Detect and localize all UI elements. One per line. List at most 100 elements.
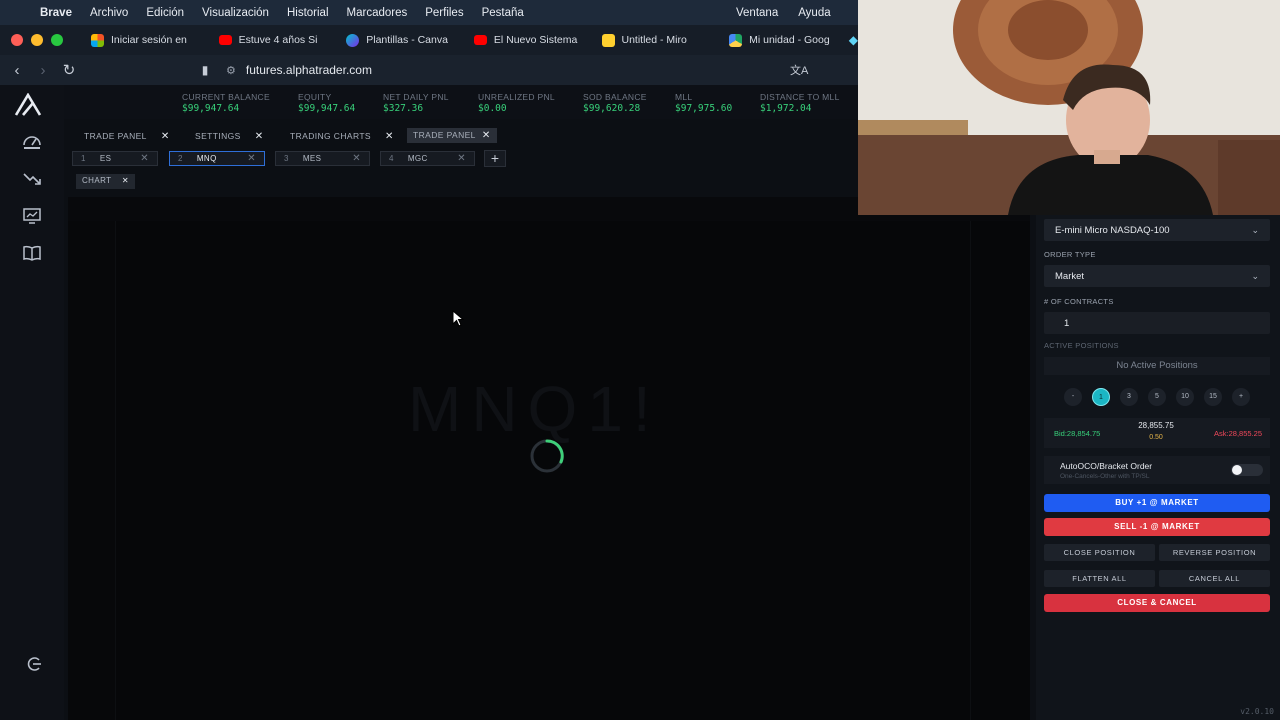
chevron-down-icon: ⌄ (1251, 224, 1259, 235)
chart-area[interactable]: MNQ1! (68, 197, 1030, 720)
instrument-select[interactable]: E-mini Micro NASDAQ-100 ⌄ (1044, 219, 1270, 241)
qty-preset-button[interactable]: 5 (1148, 388, 1166, 406)
stat-value: $97,975.60 (675, 103, 733, 114)
menu-perfiles[interactable]: Perfiles (425, 7, 463, 19)
youtube-icon (218, 35, 232, 45)
book-icon[interactable] (22, 244, 42, 262)
menu-edicion[interactable]: Edición (146, 7, 184, 19)
stat-label: EQUITY (298, 92, 332, 102)
monitor-chart-icon[interactable] (22, 207, 42, 225)
address-bar: ‹ › ↻ ▮ ⚙ futures.alphatrader.com 文A (0, 55, 858, 85)
sell-market-button[interactable]: SELL -1 @ MARKET (1044, 518, 1270, 536)
order-panel: E-mini Micro NASDAQ-100 ⌄ ORDER TYPE Mar… (1036, 215, 1280, 720)
alphatrader-logo-icon[interactable] (14, 93, 44, 117)
contracts-input[interactable]: 1 (1044, 312, 1270, 334)
close-icon[interactable]: ✕ (457, 153, 466, 164)
symbol-tab-es[interactable]: 1 ES ✕ (72, 151, 158, 166)
symbol-tab-mes[interactable]: 3 MES ✕ (275, 151, 370, 166)
last-price: 28,855.75 (1138, 421, 1174, 430)
qty-increment-button[interactable]: + (1232, 388, 1250, 406)
menu-historial[interactable]: Historial (287, 7, 329, 19)
menu-ayuda[interactable]: Ayuda (798, 7, 830, 19)
flatten-all-button[interactable]: FLATTEN ALL (1044, 570, 1155, 587)
auto-oco-row: AutoOCO/Bracket Order One-Cancels-Other … (1044, 456, 1270, 484)
dashboard-icon[interactable] (22, 133, 42, 151)
browser-tab[interactable]: Iniciar sesión en (83, 28, 205, 52)
browser-tab-label: Plantillas - Canva (366, 34, 448, 46)
symbol-tab-label: MES (302, 154, 322, 163)
qty-preset-button[interactable]: 10 (1176, 388, 1194, 406)
browser-tab[interactable]: Estuve 4 años Si (211, 28, 333, 52)
stat-net-daily-pnl: NET DAILY PNL $327.36 (383, 92, 449, 114)
logout-icon[interactable] (27, 656, 43, 672)
close-icon[interactable]: ✕ (255, 131, 264, 142)
qty-preset-button[interactable]: 1 (1092, 388, 1110, 406)
close-icon[interactable]: ✕ (352, 153, 361, 164)
symbol-tab-mgc[interactable]: 4 MGC ✕ (380, 151, 475, 166)
stat-label: CURRENT BALANCE (182, 92, 270, 102)
close-icon[interactable]: ✕ (161, 131, 170, 142)
close-position-button[interactable]: CLOSE POSITION (1044, 544, 1155, 561)
browser-tab[interactable]: El Nuevo Sistema (466, 28, 588, 52)
chart-watermark: MNQ1! (408, 373, 661, 445)
stat-value: $1,972.04 (760, 103, 812, 114)
close-and-cancel-button[interactable]: CLOSE & CANCEL (1044, 594, 1270, 612)
panel-tab-label: TRADING CHARTS (290, 131, 372, 141)
browser-tab[interactable]: Plantillas - Canva (338, 28, 460, 52)
app-version: v2.0.10 (1240, 707, 1274, 716)
site-settings-icon[interactable]: ⚙ (226, 64, 236, 77)
forward-icon[interactable]: › (30, 62, 56, 79)
auto-oco-subtitle: One-Cancels-Other with TP/SL (1060, 473, 1150, 480)
close-icon[interactable]: ✕ (122, 176, 129, 185)
stat-unrealized-pnl: UNREALIZED PNL $0.00 (478, 92, 555, 114)
menu-visualizacion[interactable]: Visualización (202, 7, 269, 19)
back-icon[interactable]: ‹ (4, 62, 30, 79)
ask-price: Ask:28,855.25 (1214, 429, 1262, 438)
close-icon[interactable]: ✕ (247, 153, 256, 164)
reverse-position-button[interactable]: REVERSE POSITION (1159, 544, 1270, 561)
menu-app-name[interactable]: Brave (40, 7, 72, 19)
chart-tab[interactable]: CHART ✕ (76, 174, 135, 189)
zoom-window-button[interactable] (51, 34, 63, 46)
menu-ventana[interactable]: Ventana (736, 7, 778, 19)
minimize-window-button[interactable] (31, 34, 43, 46)
translate-icon[interactable]: 文A (790, 62, 808, 78)
panel-tab-trading-charts[interactable]: TRADING CHARTS ✕ (290, 131, 394, 142)
webcam-person-image (858, 0, 1280, 215)
browser-tab[interactable]: Mi unidad - Goog (721, 28, 843, 52)
qty-preset-button[interactable]: 3 (1120, 388, 1138, 406)
auto-oco-title: AutoOCO/Bracket Order (1060, 461, 1153, 471)
cancel-all-button[interactable]: CANCEL ALL (1159, 570, 1270, 587)
url-field[interactable]: ⚙ futures.alphatrader.com (220, 58, 834, 82)
miro-icon (601, 33, 615, 47)
reload-icon[interactable]: ↻ (56, 61, 82, 79)
auto-oco-toggle[interactable] (1231, 464, 1263, 476)
panel-tab-trade-panel-active[interactable]: TRADE PANEL ✕ (407, 128, 497, 143)
panel-tab-label: TRADE PANEL (84, 131, 147, 141)
close-icon[interactable]: ✕ (140, 153, 149, 164)
bookmark-icon[interactable]: ▮ (192, 63, 218, 77)
symbol-tab-mnq[interactable]: 2 MNQ ✕ (169, 151, 265, 166)
stat-label: SOD BALANCE (583, 92, 647, 102)
close-icon[interactable]: ✕ (482, 130, 491, 141)
menu-pestana[interactable]: Pestaña (482, 7, 524, 19)
close-icon[interactable]: ✕ (385, 131, 394, 142)
webcam-overlay (858, 0, 1280, 215)
buy-market-button[interactable]: BUY +1 @ MARKET (1044, 494, 1270, 512)
add-symbol-tab-button[interactable]: + (484, 150, 506, 167)
panel-tab-settings[interactable]: SETTINGS ✕ (195, 131, 264, 142)
browser-tab-label: Mi unidad - Goog (749, 34, 830, 46)
chart-price-scale-overlay (970, 221, 1030, 720)
browser-tab[interactable]: Untitled - Miro (594, 28, 716, 52)
trend-chart-icon[interactable] (22, 170, 42, 188)
order-type-select[interactable]: Market ⌄ (1044, 265, 1270, 287)
stat-equity: EQUITY $99,947.64 (298, 92, 355, 114)
menu-marcadores[interactable]: Marcadores (347, 7, 408, 19)
panel-tab-trade-panel[interactable]: TRADE PANEL ✕ (84, 131, 170, 142)
diamond-tab-icon[interactable]: ◆ (849, 33, 858, 47)
menu-archivo[interactable]: Archivo (90, 7, 128, 19)
close-window-button[interactable] (11, 34, 23, 46)
qty-preset-button[interactable]: 15 (1204, 388, 1222, 406)
qty-decrement-button[interactable]: - (1064, 388, 1082, 406)
symbol-tab-label: MGC (407, 154, 428, 163)
